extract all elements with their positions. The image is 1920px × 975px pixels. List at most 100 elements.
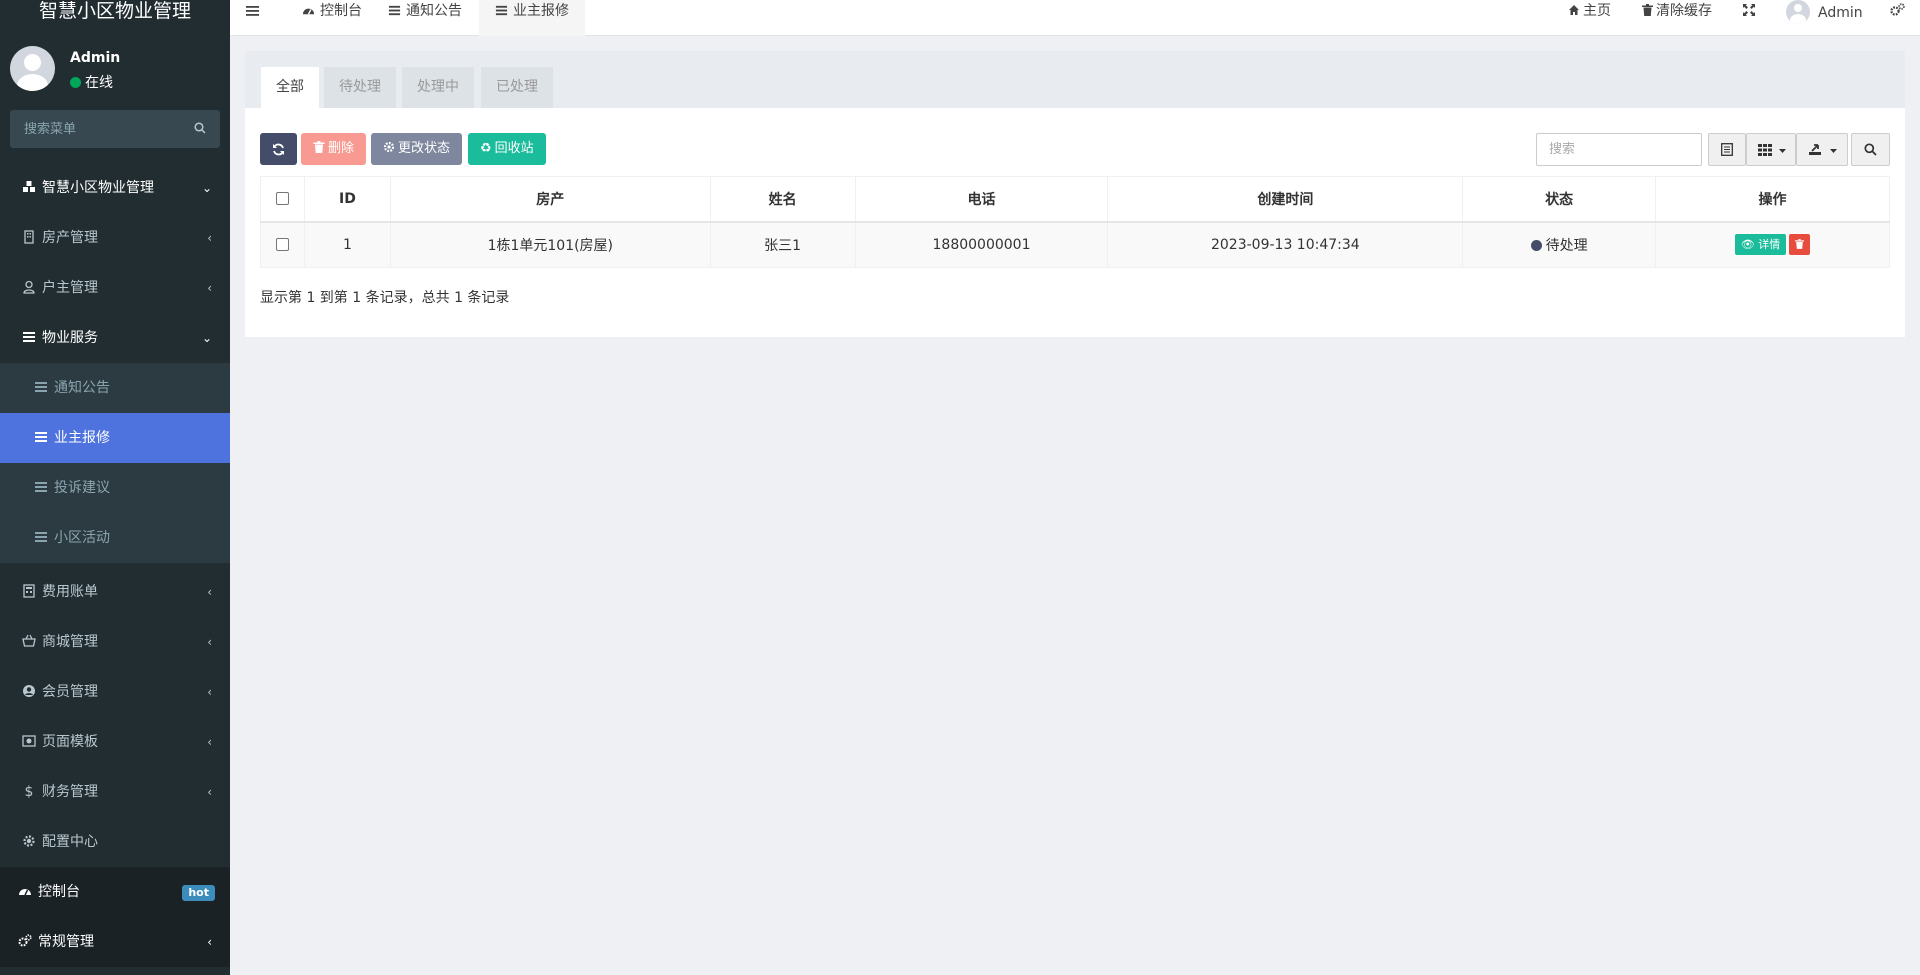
calculator-icon xyxy=(23,584,35,598)
table-search-input[interactable] xyxy=(1536,133,1702,166)
top-navbar: 控制台 通知公告 业主报修 主页 清除缓存 Admin xyxy=(230,0,1920,36)
cell-phone: 18800000001 xyxy=(854,221,1109,268)
tab-processing[interactable]: 处理中 xyxy=(402,67,474,108)
column-header-created[interactable]: 创建时间 xyxy=(1107,176,1464,223)
sidebar-item-bills[interactable]: 费用账单 ‹ xyxy=(0,567,230,617)
eye-icon: 👁 xyxy=(1740,238,1755,252)
delete-button[interactable]: 删除 xyxy=(301,133,367,165)
menu-search-input[interactable] xyxy=(10,110,180,148)
sidebar-item-config[interactable]: 配置中心 xyxy=(0,817,230,867)
search-icon xyxy=(1864,143,1877,156)
sidebar-item-general[interactable]: 常规管理 ‹ xyxy=(0,917,230,967)
sidebar-item-repairs[interactable]: 业主报修 xyxy=(0,413,230,463)
gears-icon xyxy=(18,934,32,947)
columns-dropdown-button[interactable] xyxy=(1746,133,1796,166)
recycle-icon: ♻ xyxy=(480,141,492,156)
trash-icon xyxy=(313,141,325,153)
refresh-button[interactable] xyxy=(260,133,297,165)
recycle-bin-button[interactable]: ♻ 回收站 xyxy=(468,133,546,165)
list-icon xyxy=(495,5,508,16)
sidebar-item-templates[interactable]: 页面模板 ‹ xyxy=(0,717,230,767)
hamburger-icon xyxy=(246,6,259,16)
sidebar-bottom-menu: 控制台 hot 常规管理 ‹ xyxy=(0,867,230,967)
advanced-search-button[interactable] xyxy=(1851,133,1890,166)
chevron-down-icon: ⌄ xyxy=(201,331,212,345)
sidebar-item-label: 财务管理 xyxy=(42,784,98,800)
column-header-name[interactable]: 姓名 xyxy=(709,176,856,223)
chevron-left-icon: ‹ xyxy=(207,735,212,749)
list-icon xyxy=(23,332,35,342)
home-label: 主页 xyxy=(1583,3,1611,19)
gear-icon xyxy=(383,141,395,153)
column-header-property[interactable]: 房产 xyxy=(389,176,711,223)
row-delete-button[interactable] xyxy=(1789,234,1811,256)
trash-icon xyxy=(1795,239,1805,250)
list-icon xyxy=(35,532,47,542)
sidebar-item-notices[interactable]: 通知公告 xyxy=(0,363,230,413)
tab-repairs[interactable]: 业主报修 xyxy=(479,0,585,36)
sidebar-item-dashboard[interactable]: 控制台 hot xyxy=(0,867,230,917)
sidebar-item-label: 户主管理 xyxy=(42,280,98,296)
column-header-id[interactable]: ID xyxy=(303,176,391,223)
fullscreen-icon xyxy=(1743,4,1755,16)
sidebar-item-members[interactable]: 会员管理 ‹ xyxy=(0,667,230,717)
tab-done[interactable]: 已处理 xyxy=(481,67,553,108)
basket-icon xyxy=(22,634,36,647)
user-circle-icon xyxy=(23,685,35,697)
brand-logo[interactable]: 智慧小区物业管理 xyxy=(0,0,230,28)
cell-actions: 👁 详情 xyxy=(1655,221,1890,268)
change-status-button[interactable]: 更改状态 xyxy=(371,133,463,165)
cell-name: 张三1 xyxy=(709,221,856,268)
tab-all[interactable]: 全部 xyxy=(261,67,319,108)
export-dropdown-button[interactable] xyxy=(1796,133,1848,166)
export-icon xyxy=(1809,144,1821,155)
toggle-view-button[interactable] xyxy=(1708,133,1746,166)
cubes-icon xyxy=(23,181,35,192)
view-details-button[interactable]: 👁 详情 xyxy=(1734,234,1787,256)
search-icon[interactable] xyxy=(194,122,206,134)
sidebar-item-activities[interactable]: 小区活动 xyxy=(0,513,230,563)
cell-created: 2023-09-13 10:47:34 xyxy=(1107,221,1464,268)
settings-button[interactable] xyxy=(1890,0,1905,22)
caret-down-icon xyxy=(1779,149,1786,153)
dashboard-icon xyxy=(302,8,315,15)
sidebar-item-finance[interactable]: $ 财务管理 ‹ xyxy=(0,767,230,817)
sidebar-item-label: 房产管理 xyxy=(42,230,98,246)
list-icon xyxy=(35,482,47,492)
user-name: Admin xyxy=(1818,5,1863,21)
online-dot-icon xyxy=(70,77,81,88)
tab-pending[interactable]: 待处理 xyxy=(324,67,396,108)
sidebar-item-label: 投诉建议 xyxy=(54,480,110,496)
sidebar-item-complaints[interactable]: 投诉建议 xyxy=(0,463,230,513)
sidebar-toggle-button[interactable] xyxy=(246,0,266,36)
select-all-checkbox[interactable] xyxy=(275,192,289,206)
sidebar-item-label: 通知公告 xyxy=(54,380,110,396)
row-checkbox[interactable] xyxy=(275,238,289,252)
tab-label: 通知公告 xyxy=(406,3,462,19)
tab-dashboard[interactable]: 控制台 xyxy=(292,0,372,36)
row-select-cell xyxy=(260,221,305,268)
chevron-left-icon: ‹ xyxy=(207,231,212,245)
fullscreen-button[interactable] xyxy=(1743,0,1755,22)
sidebar-item-property[interactable]: 房产管理 ‹ xyxy=(0,213,230,263)
tab-notices[interactable]: 通知公告 xyxy=(378,0,472,36)
delete-label: 删除 xyxy=(328,141,355,156)
column-header-status[interactable]: 状态 xyxy=(1462,176,1657,223)
sidebar-item-owners[interactable]: 户主管理 ‹ xyxy=(0,263,230,313)
home-link[interactable]: 主页 xyxy=(1568,0,1611,22)
clear-cache-label: 清除缓存 xyxy=(1656,3,1712,19)
user-menu[interactable]: Admin xyxy=(1786,0,1863,24)
sidebar-item-label: 业主报修 xyxy=(54,430,110,446)
sidebar-item-label: 常规管理 xyxy=(38,934,94,950)
grid-icon xyxy=(1758,144,1772,156)
sidebar-item-root[interactable]: 智慧小区物业管理 ⌄ xyxy=(0,163,230,213)
avatar xyxy=(1786,0,1810,24)
sidebar-item-services[interactable]: 物业服务 ⌄ xyxy=(0,313,230,363)
user-panel: Admin 在线 xyxy=(0,28,230,108)
column-header-actions: 操作 xyxy=(1655,176,1890,223)
sidebar-item-mall[interactable]: 商城管理 ‹ xyxy=(0,617,230,667)
sidebar-item-label: 会员管理 xyxy=(42,684,98,700)
column-header-phone[interactable]: 电话 xyxy=(854,176,1109,223)
caret-down-icon xyxy=(1830,149,1837,153)
clear-cache-button[interactable]: 清除缓存 xyxy=(1642,0,1712,22)
